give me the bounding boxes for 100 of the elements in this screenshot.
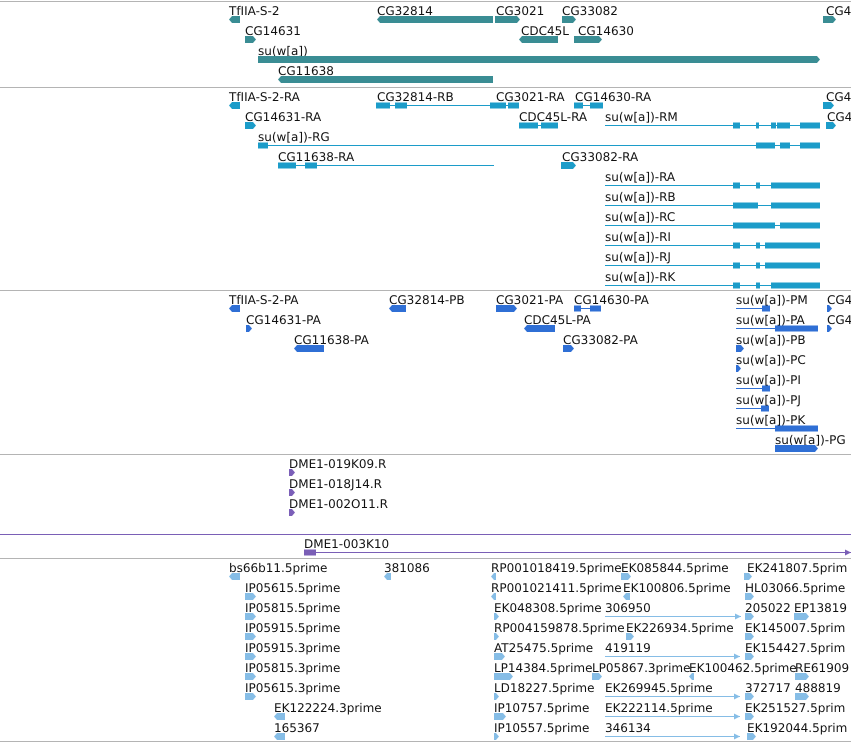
feature-glyph	[524, 325, 555, 332]
feature-label: 165367	[274, 721, 320, 735]
feature-glyph	[289, 509, 295, 516]
feature-label: su(w[a])-RM	[605, 110, 678, 124]
feature-label: su(w[a])-RJ	[605, 250, 671, 264]
feature-glyph	[519, 122, 558, 129]
feature-glyph	[229, 305, 240, 312]
feature-label: su(w[a])-RB	[605, 190, 676, 204]
feature-label: LP05867.3prime	[592, 661, 691, 675]
feature-glyph	[794, 613, 809, 620]
feature-label: CG32814-RB	[377, 90, 454, 104]
feature-glyph	[827, 325, 832, 332]
feature-label: EK251527.5prim	[745, 701, 846, 715]
feature-glyph	[795, 693, 809, 700]
feature-label: su(w[a])-RG	[258, 130, 330, 144]
feature-label: DME1-002O11.R	[289, 497, 388, 511]
feature-glyph	[795, 673, 809, 680]
feature-glyph	[289, 489, 295, 496]
feature-label: HL03066.5prime	[745, 581, 846, 595]
feature-label: 346134	[605, 721, 651, 735]
feature-label: su(w[a])-RI	[605, 230, 671, 244]
feature-label: TfIIA-S-2-RA	[229, 90, 300, 104]
feature-glyph	[494, 613, 499, 620]
feature-glyph	[561, 162, 576, 169]
feature-label: IP05615.5prime	[245, 581, 340, 595]
feature-label: bs66b11.5prime	[229, 561, 328, 575]
feature-glyph	[826, 122, 836, 129]
feature-label: EK192044.5prim	[747, 721, 848, 735]
feature-label: su(w[a])-RA	[605, 170, 676, 184]
feature-label: su(w[a])-RK	[605, 270, 676, 284]
feature-glyph	[736, 345, 744, 352]
feature-label: CG11638	[278, 64, 334, 78]
feature-label: RP004159878.5prime	[494, 621, 625, 635]
feature-glyph	[563, 345, 574, 352]
feature-label: TfIIA-S-2	[229, 4, 280, 18]
feature-glyph	[621, 573, 631, 580]
feature-label: 381086	[384, 561, 430, 575]
feature-label: 205022	[745, 601, 791, 615]
feature-glyph	[294, 345, 324, 352]
feature-label: su(w[a])-PJ	[736, 393, 801, 407]
feature-glyph	[491, 573, 496, 580]
feature-glyph	[274, 733, 285, 740]
feature-label: AT25475.5prime	[494, 641, 594, 655]
feature-glyph	[745, 633, 754, 640]
feature-glyph	[745, 653, 754, 660]
feature-glyph	[389, 305, 406, 312]
feature-glyph	[775, 445, 818, 452]
feature-glyph	[689, 673, 694, 680]
feature-label: su(w[a])	[258, 44, 308, 58]
feature-label: RE61909	[795, 661, 850, 675]
feature-label: EK048308.5prime	[494, 601, 602, 615]
feature-label: EK145007.5prim	[745, 621, 846, 635]
feature-label: 419119	[605, 641, 651, 655]
feature-glyph	[494, 733, 499, 740]
feature-label: EK154427.5prim	[745, 641, 846, 655]
feature-label: CDC45L	[521, 24, 569, 38]
feature-label: CG11638-PA	[294, 333, 369, 347]
feature-label: CG14631	[245, 24, 301, 38]
feature-label: CG33082-PA	[563, 333, 638, 347]
feature-label: EK122224.3prime	[274, 701, 382, 715]
feature-label: EK100462.5prime	[689, 661, 797, 675]
feature-glyph	[274, 713, 285, 720]
feature-label: CDC45L-RA	[519, 110, 588, 124]
feature-label: CG3021-RA	[496, 90, 565, 104]
feature-label: DME1-018J14.R	[289, 477, 382, 491]
feature-label: su(w[a])-PM	[736, 293, 808, 307]
feature-label: CG14631-RA	[245, 110, 322, 124]
feature-label: RP001021411.5prime	[491, 581, 622, 595]
feature-glyph	[229, 102, 240, 109]
feature-glyph	[496, 305, 517, 312]
feature-label: su(w[a])-PK	[736, 413, 806, 427]
feature-label: CG33082	[562, 4, 618, 18]
feature-label: EK226934.5prime	[626, 621, 734, 635]
feature-label: su(w[a])-PG	[775, 433, 846, 447]
feature-glyph	[229, 573, 240, 580]
feature-glyph	[245, 122, 256, 129]
feature-label: IP10757.5prime	[494, 701, 590, 715]
feature-label: EK241807.5prim	[747, 561, 848, 575]
feature-glyph	[745, 613, 754, 620]
feature-glyph	[736, 385, 770, 392]
feature-label: LP14384.5prime	[494, 661, 593, 675]
feature-label: CG4	[826, 90, 851, 104]
feature-glyph	[245, 633, 256, 640]
feature-label: 372717	[745, 681, 791, 695]
feature-glyph	[744, 573, 752, 580]
feature-label: IP05915.5prime	[245, 621, 340, 635]
feature-label: CG11638-RA	[278, 150, 354, 164]
feature-glyph	[245, 653, 256, 660]
feature-glyph	[245, 613, 256, 620]
feature-glyph	[494, 633, 499, 640]
feature-label: EK085844.5prime	[621, 561, 729, 575]
feature-label: IP10557.5prime	[494, 721, 590, 735]
feature-label: IP05615.3prime	[245, 681, 340, 695]
feature-glyph	[827, 305, 832, 312]
feature-label: CG14630-PA	[574, 293, 649, 307]
feature-label: IP05915.3prime	[245, 641, 340, 655]
feature-glyph	[246, 325, 252, 332]
feature-glyph	[745, 713, 754, 720]
feature-label: su(w[a])-PA	[736, 313, 805, 327]
feature-glyph	[289, 469, 295, 476]
